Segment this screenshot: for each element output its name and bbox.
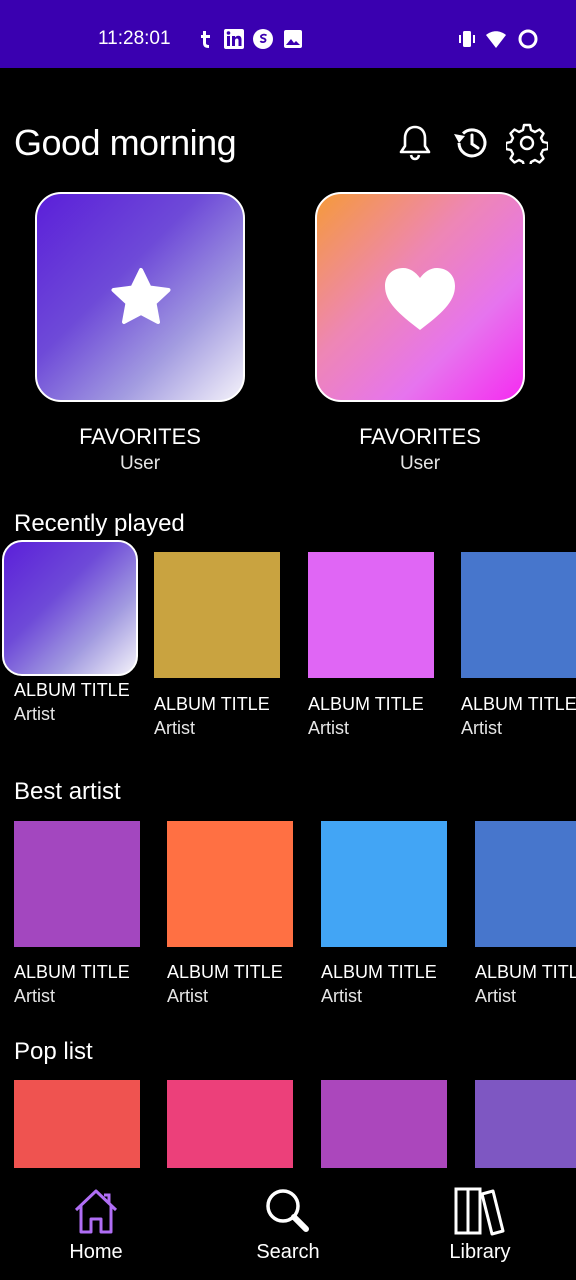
album-title: ALBUM TITLE bbox=[154, 694, 270, 714]
album-title: ALBUM TITLE bbox=[475, 962, 576, 982]
nav-home[interactable]: Home bbox=[36, 1186, 156, 1270]
favorites-title: FAVORITES bbox=[79, 424, 201, 449]
nav-search[interactable]: Search bbox=[228, 1186, 348, 1270]
wifi-icon bbox=[486, 31, 506, 48]
nav-library-label: Library bbox=[449, 1241, 511, 1263]
album-artist: Artist bbox=[321, 986, 363, 1006]
album-title: ALBUM TITLE bbox=[321, 962, 437, 982]
nav-home-label: Home bbox=[69, 1241, 123, 1263]
favorites-card-liked[interactable] bbox=[315, 192, 525, 402]
album-artist: Artist bbox=[475, 986, 517, 1006]
section-title-pop-list: Pop list bbox=[14, 1038, 93, 1065]
album-artist: Artist bbox=[14, 704, 56, 724]
home-icon bbox=[74, 1189, 118, 1234]
bottom-nav: Home Search Library bbox=[0, 1168, 576, 1280]
favorites-card-starred[interactable] bbox=[35, 192, 245, 402]
bell-icon[interactable] bbox=[394, 122, 436, 164]
album-card[interactable]: ALBUM TITLE Artist bbox=[461, 552, 576, 752]
album-artist: Artist bbox=[154, 718, 196, 738]
library-icon bbox=[454, 1187, 505, 1236]
album-artist: Artist bbox=[14, 986, 56, 1006]
page-title: Good morning bbox=[14, 122, 237, 163]
section-title-recently-played: Recently played bbox=[14, 510, 185, 537]
search-icon bbox=[266, 1189, 309, 1232]
status-bar: 11:28:01 bbox=[0, 0, 576, 68]
album-card[interactable]: ALBUM TITLE Artist bbox=[475, 821, 576, 1021]
circle-app-icon bbox=[253, 29, 273, 49]
album-title: ALBUM TITLE bbox=[167, 962, 283, 982]
heart-icon bbox=[385, 268, 455, 330]
album-cover bbox=[154, 552, 280, 678]
linkedin-icon bbox=[224, 29, 244, 49]
favorites-subtitle: User bbox=[399, 453, 441, 474]
favorites-title: FAVORITES bbox=[359, 424, 481, 449]
nav-library[interactable]: Library bbox=[420, 1186, 540, 1270]
status-time: 11:28:01 bbox=[98, 28, 171, 49]
vibrate-icon bbox=[459, 31, 475, 47]
album-cover bbox=[475, 821, 576, 947]
nav-search-label: Search bbox=[256, 1241, 320, 1263]
tumblr-icon bbox=[201, 31, 210, 48]
battery-ring-icon bbox=[518, 29, 538, 49]
album-artist: Artist bbox=[461, 718, 503, 738]
image-icon bbox=[284, 30, 302, 48]
album-cover bbox=[461, 552, 576, 678]
album-cover bbox=[14, 821, 140, 947]
section-title-best-artist: Best artist bbox=[14, 778, 121, 805]
album-cover bbox=[2, 540, 138, 676]
history-icon[interactable] bbox=[450, 122, 492, 164]
album-cover bbox=[321, 821, 447, 947]
album-artist: Artist bbox=[167, 986, 209, 1006]
gear-icon[interactable] bbox=[506, 122, 548, 164]
album-cover bbox=[167, 821, 293, 947]
album-cover bbox=[308, 552, 434, 678]
star-icon bbox=[111, 268, 171, 324]
album-title: ALBUM TITLE bbox=[14, 962, 130, 982]
favorites-subtitle: User bbox=[119, 453, 161, 474]
album-title: ALBUM TITLE bbox=[308, 694, 424, 714]
album-artist: Artist bbox=[308, 718, 350, 738]
album-title: ALBUM TITLE bbox=[461, 694, 576, 714]
